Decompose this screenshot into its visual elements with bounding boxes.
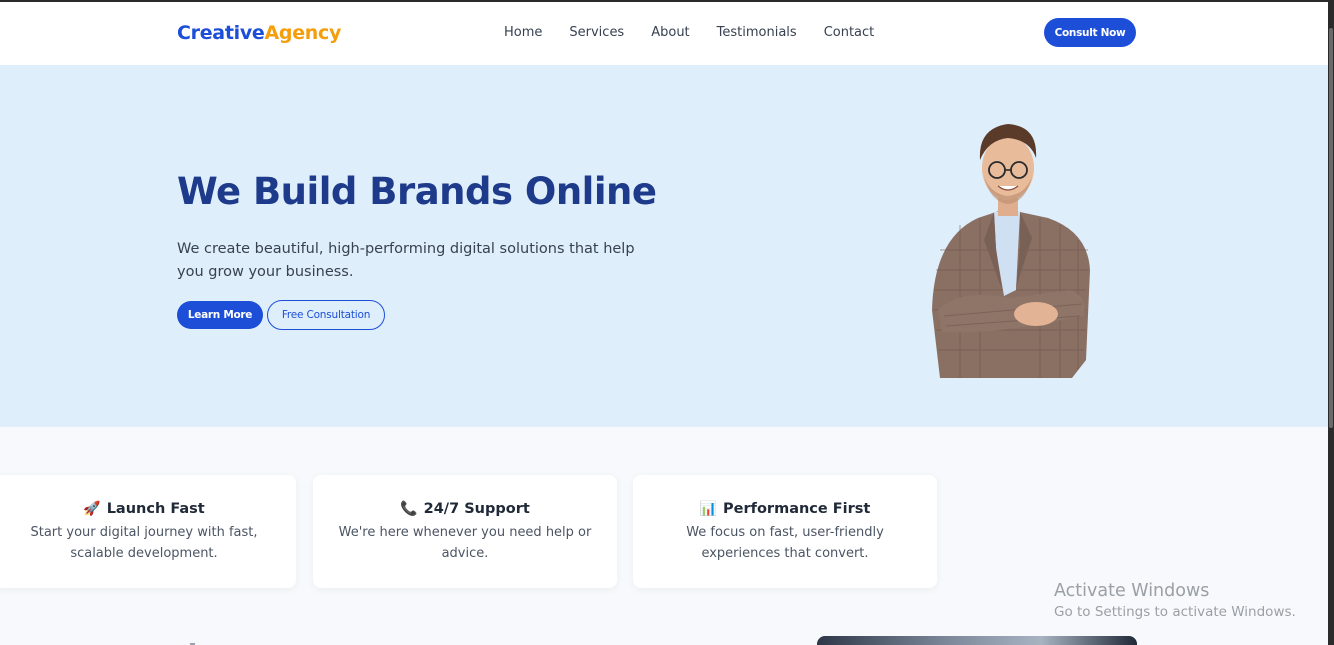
site-header: CreativeAgency Home Services About Testi… <box>0 2 1328 65</box>
brand-logo[interactable]: CreativeAgency <box>177 22 341 44</box>
nav-services[interactable]: Services <box>569 25 624 40</box>
feature-description: We're here whenever you need help or adv… <box>338 525 592 561</box>
free-consultation-button[interactable]: Free Consultation <box>267 300 385 330</box>
hero-section: We Build Brands Online We create beautif… <box>0 65 1328 427</box>
feature-title-text: Launch Fast <box>106 501 205 517</box>
feature-title: 🚀 Launch Fast <box>0 501 296 517</box>
nav-about[interactable]: About <box>651 25 689 40</box>
feature-title: 📞 24/7 Support <box>313 501 617 517</box>
feature-card-launch: 🚀 Launch Fast Start your digital journey… <box>0 475 296 588</box>
feature-description: Start your digital journey with fast, sc… <box>30 525 258 561</box>
logo-text-agency: Agency <box>264 22 342 44</box>
feature-title: 📊 Performance First <box>633 501 937 517</box>
feature-description: We focus on fast, user-friendly experien… <box>686 525 884 561</box>
feature-title-text: 24/7 Support <box>423 501 530 517</box>
hero-description: We create beautiful, high-performing dig… <box>177 241 635 280</box>
hero-person-image <box>932 124 1090 378</box>
feature-card-performance: 📊 Performance First We focus on fast, us… <box>633 475 937 588</box>
logo-text-creative: Creative <box>177 22 265 44</box>
nav-testimonials[interactable]: Testimonials <box>717 25 797 40</box>
hero-title: We Build Brands Online <box>177 170 657 213</box>
consult-now-button[interactable]: Consult Now <box>1044 18 1136 47</box>
activate-windows-watermark: Activate Windows Go to Settings to activ… <box>1054 580 1296 622</box>
feature-title-text: Performance First <box>723 501 871 517</box>
nav-home[interactable]: Home <box>504 25 542 40</box>
phone-icon: 📞 <box>400 501 418 517</box>
vertical-scrollbar[interactable] <box>1328 0 1334 645</box>
rocket-icon: 🚀 <box>83 501 101 517</box>
main-nav: Home Services About Testimonials Contact <box>504 25 874 40</box>
feature-card-support: 📞 24/7 Support We're here whenever you n… <box>313 475 617 588</box>
chart-icon: 📊 <box>699 501 718 517</box>
about-image-preview <box>817 636 1137 645</box>
watermark-subtitle: Go to Settings to activate Windows. <box>1054 604 1296 620</box>
nav-contact[interactable]: Contact <box>824 25 875 40</box>
watermark-title: Activate Windows <box>1054 581 1210 601</box>
learn-more-button[interactable]: Learn More <box>177 301 263 329</box>
